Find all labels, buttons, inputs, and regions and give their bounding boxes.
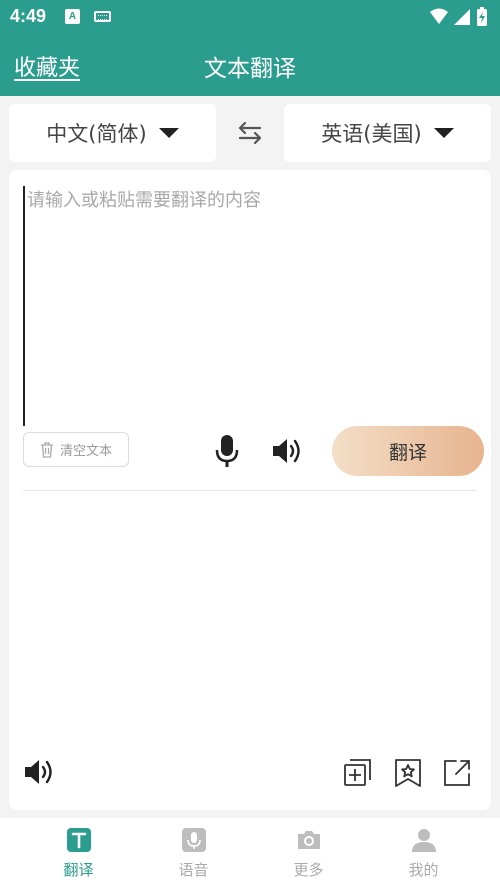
divider	[23, 490, 477, 491]
keyboard-icon	[94, 11, 111, 22]
swap-languages-button[interactable]	[232, 118, 268, 148]
source-text-input[interactable]	[23, 186, 477, 426]
voice-icon	[181, 828, 206, 852]
source-language-select[interactable]: 中文(简体)	[9, 104, 216, 162]
text-t-icon	[66, 828, 91, 852]
nav-item-translate[interactable]: 翻译	[21, 818, 136, 888]
translation-card: 清空文本 翻译	[9, 170, 491, 810]
speaker-icon	[273, 439, 300, 463]
chevron-down-icon	[433, 128, 454, 138]
clear-text-button[interactable]: 清空文本	[23, 432, 129, 467]
camera-icon	[297, 831, 320, 849]
source-language-label: 中文(简体)	[46, 122, 147, 146]
speak-source-button[interactable]	[271, 436, 303, 466]
copy-add-button[interactable]	[343, 758, 373, 788]
nav-item-profile[interactable]: 我的	[366, 818, 481, 888]
nav-label: 翻译	[63, 861, 94, 879]
bookmark-star-icon	[395, 759, 421, 787]
battery-icon	[477, 7, 487, 26]
chevron-down-icon	[158, 128, 179, 138]
microphone-icon	[215, 435, 239, 467]
nav-item-voice[interactable]: 语音	[136, 818, 251, 888]
favorite-button[interactable]	[393, 758, 423, 788]
translate-button[interactable]: 翻译	[332, 426, 484, 476]
nav-label: 更多	[293, 861, 324, 879]
notification-a-icon: A	[65, 9, 80, 24]
clear-text-label: 清空文本	[59, 444, 112, 459]
nav-label: 语音	[178, 861, 209, 879]
signal-icon	[454, 9, 470, 25]
nav-item-more[interactable]: 更多	[251, 818, 366, 888]
status-bar: 4:49 A	[0, 0, 500, 34]
share-button[interactable]	[442, 758, 472, 788]
external-link-icon	[444, 760, 470, 786]
status-icons	[430, 7, 487, 26]
nav-label: 我的	[408, 861, 439, 879]
translation-output[interactable]	[23, 500, 477, 750]
microphone-button[interactable]	[213, 434, 241, 468]
target-language-select[interactable]: 英语(美国)	[284, 104, 491, 162]
app-bar: 文本翻译 收藏夹	[0, 34, 500, 96]
speak-translation-button[interactable]	[23, 757, 55, 787]
bottom-navigation: 翻译 语音 更多 我的	[0, 818, 500, 888]
speaker-icon	[25, 760, 52, 784]
swap-icon	[238, 121, 262, 145]
trash-icon	[40, 441, 53, 458]
favorites-link[interactable]: 收藏夹	[14, 50, 80, 82]
wifi-icon	[430, 8, 448, 24]
copy-add-icon	[344, 759, 371, 786]
user-icon	[411, 829, 436, 852]
target-language-label: 英语(美国)	[321, 122, 422, 146]
status-time: 4:49	[10, 6, 47, 26]
